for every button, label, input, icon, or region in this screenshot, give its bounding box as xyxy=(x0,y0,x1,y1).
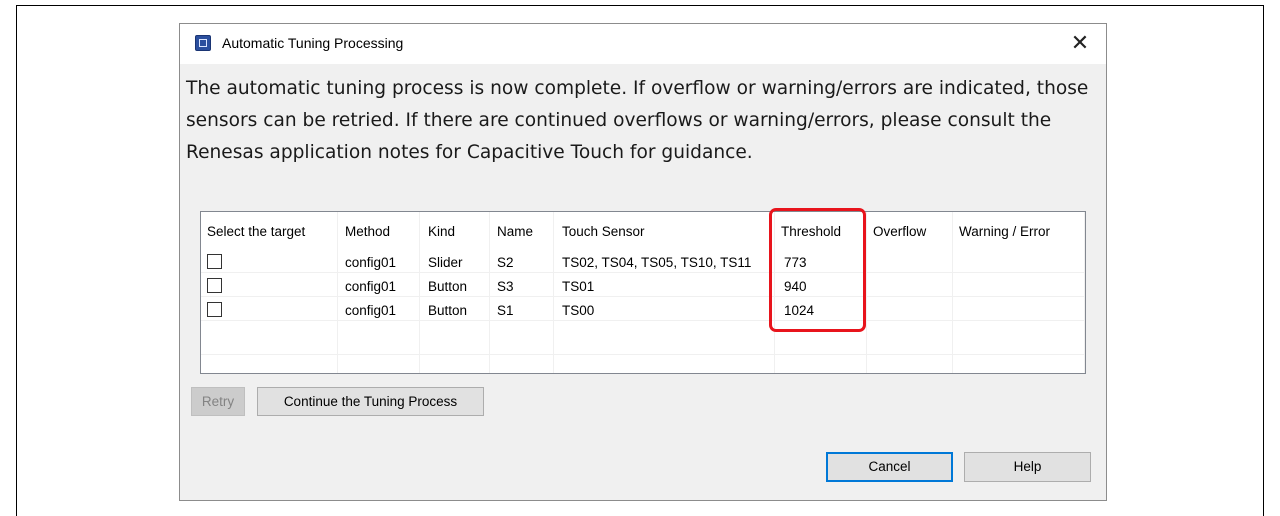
header-select-target[interactable]: Select the target xyxy=(207,224,305,239)
document-frame-left xyxy=(16,5,17,516)
cell-method: config01 xyxy=(345,255,397,270)
header-kind[interactable]: Kind xyxy=(428,224,455,239)
document-frame-top xyxy=(16,5,1264,6)
threshold-highlight-box xyxy=(769,208,866,332)
close-icon[interactable]: ✕ xyxy=(1066,30,1094,58)
completion-message: The automatic tuning process is now comp… xyxy=(186,78,1089,163)
column-divider[interactable] xyxy=(952,212,953,373)
row-select-checkbox[interactable] xyxy=(207,254,222,269)
cell-method: config01 xyxy=(345,279,397,294)
cancel-button[interactable]: Cancel xyxy=(826,452,953,482)
column-divider[interactable] xyxy=(1084,212,1085,373)
title-bar[interactable]: Automatic Tuning Processing ✕ xyxy=(180,24,1106,64)
cell-touch-sensor: TS02, TS04, TS05, TS10, TS11 xyxy=(562,255,752,270)
row-divider xyxy=(201,296,1085,297)
cell-kind: Button xyxy=(428,303,468,318)
automatic-tuning-dialog: Automatic Tuning Processing ✕ The automa… xyxy=(179,23,1107,501)
header-warning-error[interactable]: Warning / Error xyxy=(959,224,1050,239)
document-frame-right xyxy=(1263,5,1264,516)
row-divider xyxy=(201,320,1085,321)
row-select-checkbox[interactable] xyxy=(207,278,222,293)
window-title: Automatic Tuning Processing xyxy=(222,35,404,51)
cell-touch-sensor: TS00 xyxy=(562,303,595,318)
cell-method: config01 xyxy=(345,303,397,318)
header-touch-sensor[interactable]: Touch Sensor xyxy=(562,224,645,239)
row-divider xyxy=(201,272,1085,273)
column-divider[interactable] xyxy=(866,212,867,373)
cell-name: S3 xyxy=(497,279,514,294)
cell-kind: Button xyxy=(428,279,468,294)
header-method[interactable]: Method xyxy=(345,224,390,239)
cell-touch-sensor: TS01 xyxy=(562,279,595,294)
column-divider[interactable] xyxy=(553,212,554,373)
column-divider[interactable] xyxy=(337,212,338,373)
cell-name: S2 xyxy=(497,255,514,270)
sensor-table: Select the target Method Kind Name Touch… xyxy=(200,211,1086,374)
app-icon xyxy=(195,35,211,51)
header-overflow[interactable]: Overflow xyxy=(873,224,926,239)
header-name[interactable]: Name xyxy=(497,224,533,239)
cell-name: S1 xyxy=(497,303,514,318)
row-select-checkbox[interactable] xyxy=(207,302,222,317)
row-divider xyxy=(201,354,1085,355)
cell-kind: Slider xyxy=(428,255,463,270)
retry-button[interactable]: Retry xyxy=(191,387,245,416)
continue-tuning-button[interactable]: Continue the Tuning Process xyxy=(257,387,484,416)
column-divider[interactable] xyxy=(489,212,490,373)
column-divider[interactable] xyxy=(419,212,420,373)
help-button[interactable]: Help xyxy=(964,452,1091,482)
